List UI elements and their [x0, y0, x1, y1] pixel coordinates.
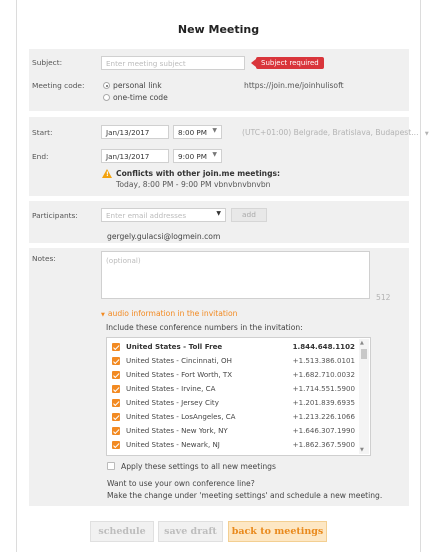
- start-time-value: 8:00 PM: [178, 128, 207, 137]
- notes-label: Notes:: [32, 254, 56, 263]
- subject-placeholder: Enter meeting subject: [106, 59, 186, 68]
- start-time-select[interactable]: 8:00 PM ▼: [173, 125, 222, 139]
- number-country: United States - Cincinnati, OH: [126, 356, 232, 365]
- save-draft-button[interactable]: save draft: [158, 521, 223, 542]
- numbers-scrollbar[interactable]: ▲ ▼: [359, 339, 369, 454]
- list-item[interactable]: United States - Cincinnati, OH +1.513.38…: [107, 354, 357, 368]
- include-number-checkbox[interactable]: [112, 413, 120, 421]
- number-value: +1.646.307.1990: [292, 426, 355, 435]
- one-time-code-radio[interactable]: [103, 94, 110, 101]
- list-item[interactable]: United States - New York, NY +1.646.307.…: [107, 424, 357, 438]
- conference-numbers-list[interactable]: United States - Toll Free 1.844.648.1102…: [106, 337, 371, 456]
- scrollbar-thumb[interactable]: [361, 349, 367, 359]
- personal-link-radio[interactable]: [103, 82, 110, 89]
- chevron-down-icon: ▼: [424, 131, 429, 137]
- subject-required-badge: Subject required: [251, 57, 324, 69]
- own-line-question: Want to use your own conference line?: [107, 479, 255, 488]
- conflict-detail: Today, 8:00 PM - 9:00 PM vbnvbnvbnvbn: [116, 180, 271, 189]
- participants-input[interactable]: Enter email addresses ▼: [101, 208, 226, 222]
- chevron-down-icon: ▼: [212, 127, 217, 134]
- audio-info-toggle-label: audio information in the invitation: [107, 309, 238, 318]
- end-time-value: 9:00 PM: [178, 152, 207, 161]
- list-item[interactable]: United States - LosAngeles, CA +1.213.22…: [107, 410, 357, 424]
- number-value: +1.201.839.6935: [292, 398, 355, 407]
- include-number-checkbox[interactable]: [112, 399, 120, 407]
- number-country: United States - Irvine, CA: [126, 384, 216, 393]
- timezone-value: (UTC+01:00) Belgrade, Bratislava, Budape…: [242, 128, 419, 137]
- conflict-title: Conflicts with other join.me meetings:: [116, 169, 281, 178]
- include-number-checkbox[interactable]: [112, 441, 120, 449]
- chevron-down-icon: ▼: [212, 151, 217, 158]
- participants-placeholder: Enter email addresses: [106, 211, 187, 220]
- include-numbers-text: Include these conference numbers in the …: [106, 323, 303, 332]
- list-item[interactable]: United States - Newark, NJ +1.862.367.59…: [107, 438, 357, 452]
- number-country: United States - New York, NY: [126, 426, 228, 435]
- own-line-hint: Make the change under 'meeting settings'…: [107, 491, 383, 500]
- end-date-input[interactable]: Jan/13/2017: [101, 149, 169, 163]
- include-number-checkbox[interactable]: [112, 427, 120, 435]
- meeting-code-label: Meeting code:: [32, 81, 85, 90]
- notes-textarea[interactable]: (optional): [101, 251, 370, 299]
- number-country: United States - Toll Free: [126, 342, 223, 351]
- subject-label: Subject:: [32, 58, 63, 67]
- end-time-select[interactable]: 9:00 PM ▼: [173, 149, 222, 163]
- start-date-input[interactable]: Jan/13/2017: [101, 125, 169, 139]
- chevron-down-icon: ▼: [216, 210, 221, 217]
- scroll-down-icon[interactable]: ▼: [360, 447, 364, 453]
- notes-char-counter: 512: [376, 293, 391, 302]
- number-country: United States - Jersey City: [126, 398, 219, 407]
- start-label: Start:: [32, 128, 53, 137]
- add-participant-button[interactable]: add: [231, 208, 267, 222]
- include-number-checkbox[interactable]: [112, 385, 120, 393]
- personal-link-url: https://join.me/joinhulisoft: [244, 81, 344, 90]
- include-number-checkbox[interactable]: [112, 343, 120, 351]
- include-number-checkbox[interactable]: [112, 371, 120, 379]
- number-value: +1.513.386.0101: [292, 356, 355, 365]
- apply-all-label[interactable]: Apply these settings to all new meetings: [121, 462, 276, 471]
- participant-email: gergely.gulacsi@logmein.com: [107, 232, 221, 241]
- timezone-select[interactable]: (UTC+01:00) Belgrade, Bratislava, Budape…: [242, 128, 429, 137]
- subject-input[interactable]: Enter meeting subject: [101, 56, 245, 70]
- warning-icon: !: [102, 169, 112, 178]
- list-item[interactable]: United States - Fort Worth, TX +1.682.71…: [107, 368, 357, 382]
- apply-all-checkbox[interactable]: [107, 462, 115, 470]
- list-item[interactable]: United States - Irvine, CA +1.714.551.59…: [107, 382, 357, 396]
- number-country: United States - Fort Worth, TX: [126, 370, 233, 379]
- page-title: New Meeting: [177, 23, 260, 36]
- number-value: 1.844.648.1102: [292, 342, 355, 351]
- number-value: +1.714.551.5900: [292, 384, 355, 393]
- list-item[interactable]: United States - Toll Free 1.844.648.1102: [107, 340, 357, 354]
- scroll-up-icon[interactable]: ▲: [360, 340, 364, 346]
- notes-placeholder: (optional): [106, 256, 141, 265]
- list-item[interactable]: United States - Jersey City +1.201.839.6…: [107, 396, 357, 410]
- number-value: +1.213.226.1066: [292, 412, 355, 421]
- back-to-meetings-button[interactable]: back to meetings: [228, 521, 327, 542]
- personal-link-option-label[interactable]: personal link: [113, 81, 162, 90]
- number-value: +1.862.367.5900: [292, 440, 355, 449]
- number-country: United States - Newark, NJ: [126, 440, 220, 449]
- include-number-checkbox[interactable]: [112, 357, 120, 365]
- number-value: +1.682.710.0032: [292, 370, 355, 379]
- one-time-code-option-label[interactable]: one-time code: [113, 93, 168, 102]
- number-country: United States - LosAngeles, CA: [126, 412, 236, 421]
- participants-label: Participants:: [32, 211, 78, 220]
- audio-info-toggle[interactable]: ▼ audio information in the invitation: [101, 309, 237, 318]
- chevron-down-icon: ▼: [101, 312, 105, 318]
- schedule-button[interactable]: schedule: [90, 521, 154, 542]
- end-label: End:: [32, 152, 49, 161]
